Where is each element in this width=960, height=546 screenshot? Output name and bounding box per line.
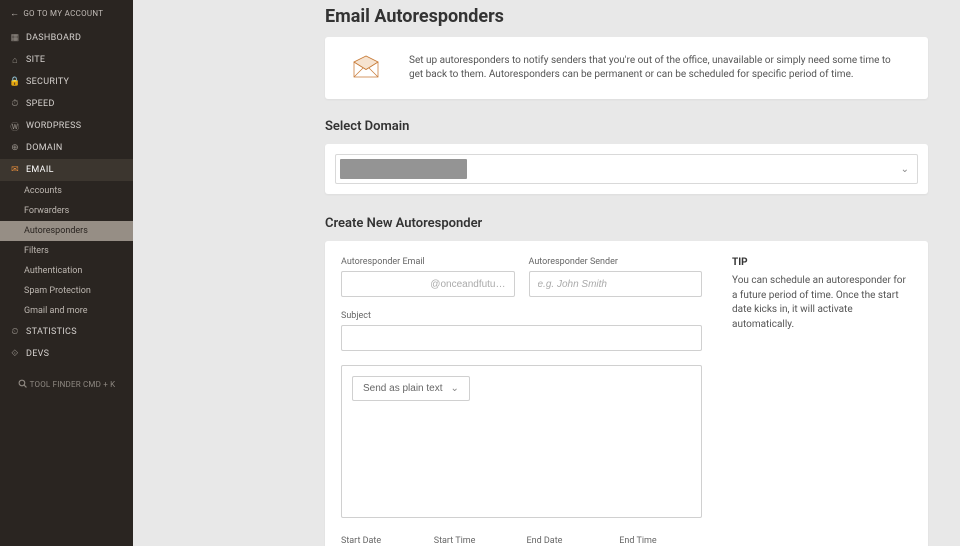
envelope-illustration-icon	[349, 51, 383, 85]
go-to-account-label: GO TO MY ACCOUNT	[23, 9, 103, 18]
subnav-accounts[interactable]: Accounts	[0, 181, 133, 201]
chevron-down-icon: ⌄	[451, 383, 459, 394]
sidebar-item-dashboard[interactable]: ▦ DASHBOARD	[0, 27, 133, 49]
autoresponder-form: Autoresponder Email Autoresponder Sender…	[325, 241, 928, 546]
message-editor: Send as plain text ⌄	[341, 365, 702, 518]
sidebar-item-wordpress[interactable]: Ⓦ WORDPRESS	[0, 115, 133, 137]
sidebar-item-label: WORDPRESS	[26, 121, 81, 131]
tip-title: TIP	[732, 257, 912, 268]
tool-finder-label: TOOL FINDER CMD + K	[30, 380, 116, 389]
sender-label: Autoresponder Sender	[529, 257, 703, 267]
globe-icon: ⊕	[10, 143, 20, 153]
end-time-label: End Time	[619, 536, 702, 546]
create-new-heading: Create New Autoresponder	[325, 216, 928, 231]
sidebar-item-domain[interactable]: ⊕ DOMAIN	[0, 137, 133, 159]
send-as-plain-text-toggle[interactable]: Send as plain text ⌄	[352, 376, 470, 401]
email-label: Autoresponder Email	[341, 257, 515, 267]
site-icon: ⌂	[10, 55, 20, 65]
search-icon	[18, 379, 27, 390]
message-textarea[interactable]	[352, 401, 691, 507]
sidebar-item-speed[interactable]: ⏱ SPEED	[0, 93, 133, 115]
devs-icon: ⟐	[10, 349, 20, 359]
page-title: Email Autoresponders	[325, 0, 928, 37]
arrow-left-icon: ←	[10, 8, 19, 19]
speed-icon: ⏱	[10, 99, 20, 109]
domain-value-placeholder	[340, 159, 467, 179]
statistics-icon: ⏲	[10, 327, 20, 337]
wordpress-icon: Ⓦ	[10, 121, 20, 131]
sidebar-item-devs[interactable]: ⟐ DEVS	[0, 343, 133, 365]
subnav-filters[interactable]: Filters	[0, 241, 133, 261]
intro-text: Set up autoresponders to notify senders …	[409, 54, 904, 83]
lock-icon: 🔒	[10, 77, 20, 87]
subject-input[interactable]	[341, 325, 702, 351]
sidebar-item-label: SECURITY	[26, 77, 69, 87]
tip-body: You can schedule an autoresponder for a …	[732, 274, 912, 332]
subnav-authentication[interactable]: Authentication	[0, 261, 133, 281]
sidebar-item-statistics[interactable]: ⏲ STATISTICS	[0, 321, 133, 343]
sidebar-item-label: STATISTICS	[26, 327, 77, 337]
sidebar-item-label: DOMAIN	[26, 143, 63, 153]
subnav-forwarders[interactable]: Forwarders	[0, 201, 133, 221]
end-date-label: End Date	[527, 536, 610, 546]
select-domain-heading: Select Domain	[325, 119, 928, 134]
sidebar-item-site[interactable]: ⌂ SITE	[0, 49, 133, 71]
intro-card: Set up autoresponders to notify senders …	[325, 37, 928, 99]
main-content: Email Autoresponders Set up autoresponde…	[133, 0, 960, 546]
sidebar-item-label: DEVS	[26, 349, 49, 359]
sidebar-item-label: SITE	[26, 55, 45, 65]
dashboard-icon: ▦	[10, 33, 20, 43]
start-time-label: Start Time	[434, 536, 517, 546]
subnav-autoresponders[interactable]: Autoresponders	[0, 221, 133, 241]
subject-label: Subject	[341, 311, 702, 321]
subnav-gmail-and-more[interactable]: Gmail and more	[0, 301, 133, 321]
start-date-label: Start Date	[341, 536, 424, 546]
subnav-spam-protection[interactable]: Spam Protection	[0, 281, 133, 301]
sidebar-item-label: DASHBOARD	[26, 33, 81, 43]
email-submenu: Accounts Forwarders Autoresponders Filte…	[0, 181, 133, 321]
sidebar: ← GO TO MY ACCOUNT ▦ DASHBOARD ⌂ SITE 🔒 …	[0, 0, 133, 546]
domain-card: ⌄	[325, 144, 928, 194]
domain-select[interactable]: ⌄	[335, 154, 918, 184]
autoresponder-sender-input[interactable]	[529, 271, 703, 297]
go-to-account-link[interactable]: ← GO TO MY ACCOUNT	[0, 0, 133, 27]
chevron-down-icon: ⌄	[901, 164, 909, 175]
plain-text-label: Send as plain text	[363, 383, 443, 394]
sidebar-item-label: SPEED	[26, 99, 55, 109]
autoresponder-email-input[interactable]	[341, 271, 515, 297]
sidebar-item-label: EMAIL	[26, 165, 54, 175]
sidebar-item-security[interactable]: 🔒 SECURITY	[0, 71, 133, 93]
sidebar-item-email[interactable]: ✉ EMAIL	[0, 159, 133, 181]
envelope-icon: ✉	[10, 165, 20, 175]
tool-finder[interactable]: TOOL FINDER CMD + K	[0, 365, 133, 404]
